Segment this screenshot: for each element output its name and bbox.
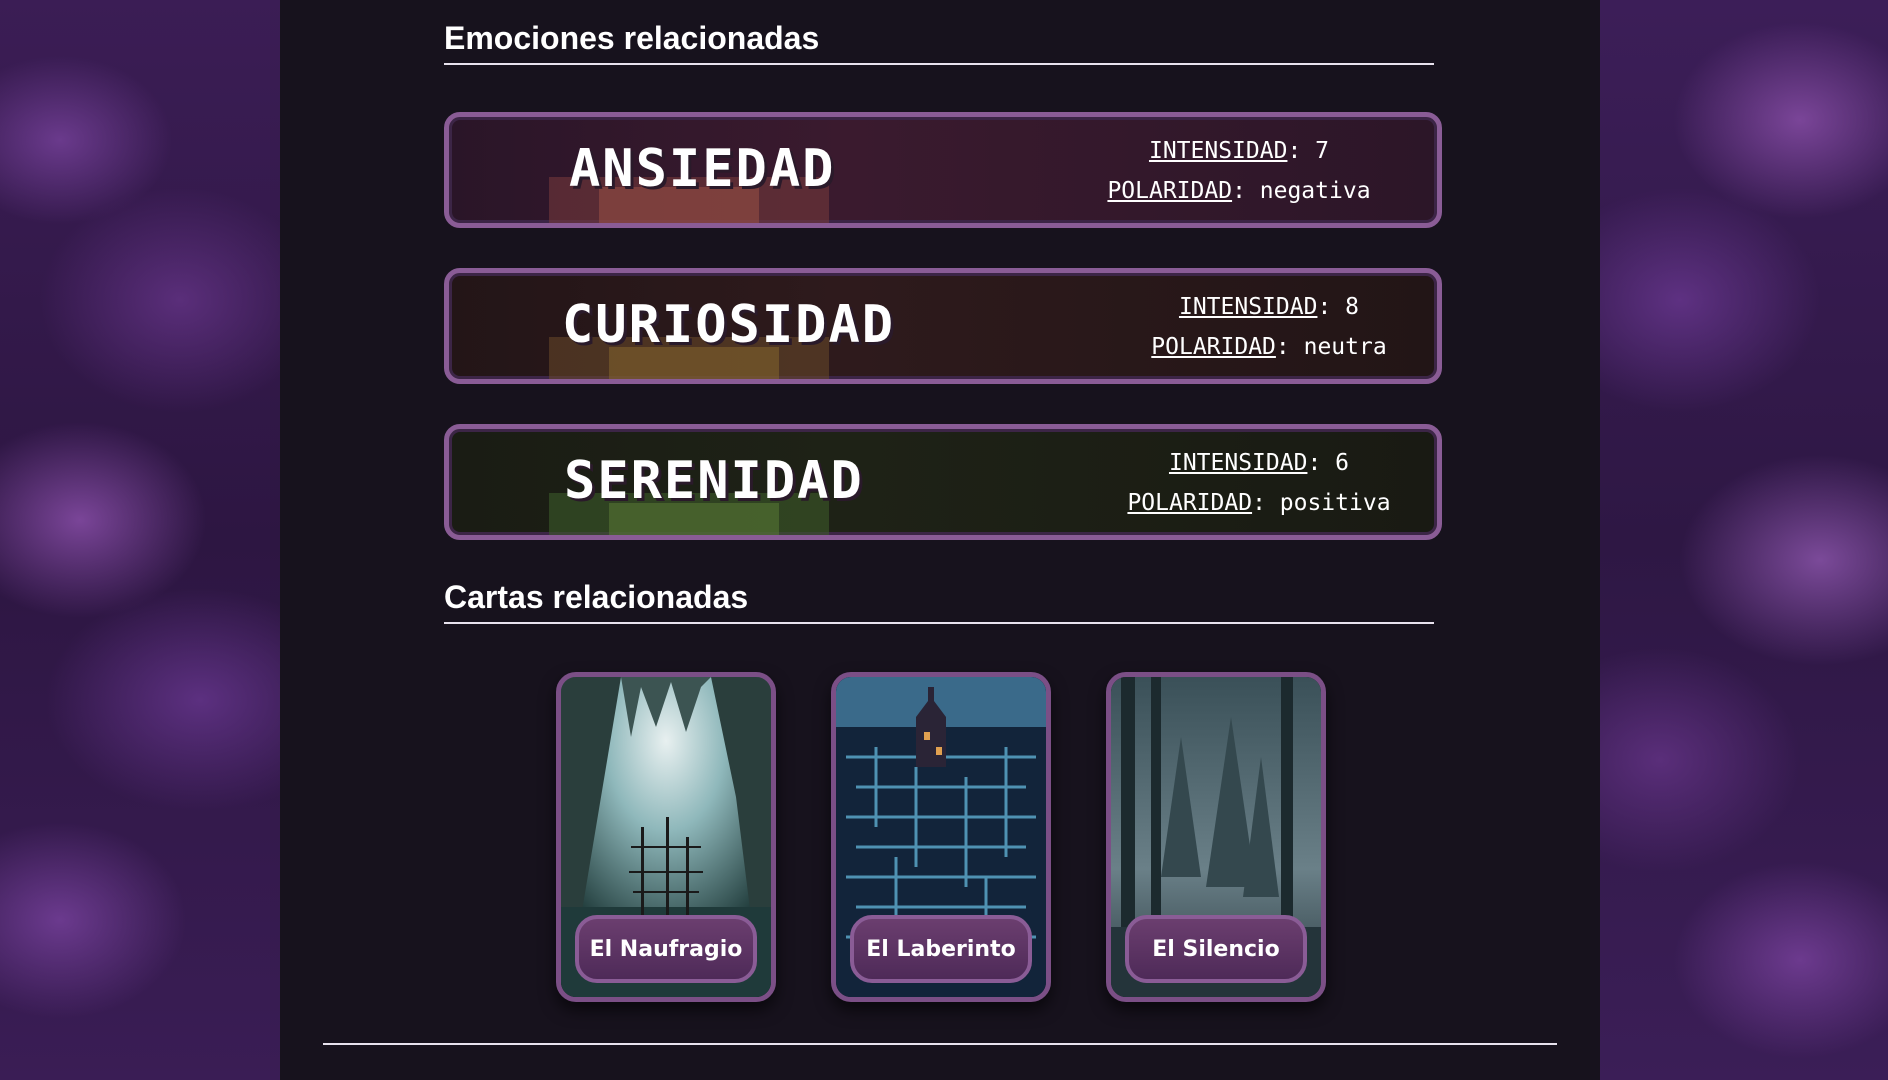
polarity-label: POLARIDAD <box>1151 334 1276 360</box>
intensity-label: INTENSIDAD <box>1148 138 1288 164</box>
emotions-section-title: Emociones relacionadas <box>444 20 1434 65</box>
emotion-name: ANSIEDAD <box>569 139 836 199</box>
polarity-value: neutra <box>1303 334 1387 360</box>
cards-section-title: Cartas relacionadas <box>444 579 1434 624</box>
content-panel: Emociones relacionadas ANSIEDAD INTENSID… <box>280 0 1600 1080</box>
intensity-label: INTENSIDAD <box>1168 450 1308 476</box>
intensity-value: 6 <box>1335 450 1350 476</box>
emotion-stats: INTENSIDAD: 6 POLARIDAD: positiva <box>1127 450 1391 516</box>
emotion-name: CURIOSIDAD <box>562 295 896 355</box>
polarity-value: positiva <box>1279 490 1391 516</box>
tarot-card[interactable]: El Silencio <box>1106 672 1326 1002</box>
right-cloud-background <box>1600 0 1888 1080</box>
tarot-card[interactable]: El Naufragio <box>556 672 776 1002</box>
tarot-card[interactable]: El Laberinto <box>831 672 1051 1002</box>
emotion-name: SERENIDAD <box>564 451 864 511</box>
emotion-card[interactable]: ANSIEDAD INTENSIDAD: 7 POLARIDAD: negati… <box>444 112 1442 228</box>
emotion-card[interactable]: CURIOSIDAD INTENSIDAD: 8 POLARIDAD: neut… <box>444 268 1442 384</box>
intensity-label: INTENSIDAD <box>1178 294 1318 320</box>
polarity-label: POLARIDAD <box>1127 490 1253 516</box>
intensity-value: 8 <box>1345 294 1360 320</box>
emotion-stats: INTENSIDAD: 8 POLARIDAD: neutra <box>1151 294 1387 360</box>
polarity-value: negativa <box>1259 178 1371 204</box>
emotion-card[interactable]: SERENIDAD INTENSIDAD: 6 POLARIDAD: posit… <box>444 424 1442 540</box>
card-title: El Laberinto <box>850 915 1032 983</box>
left-cloud-background <box>0 0 280 1080</box>
intensity-value: 7 <box>1315 138 1330 164</box>
card-title: El Silencio <box>1125 915 1307 983</box>
polarity-label: POLARIDAD <box>1107 178 1233 204</box>
footer-divider <box>323 1043 1557 1045</box>
card-title: El Naufragio <box>575 915 757 983</box>
emotion-stats: INTENSIDAD: 7 POLARIDAD: negativa <box>1107 138 1371 204</box>
